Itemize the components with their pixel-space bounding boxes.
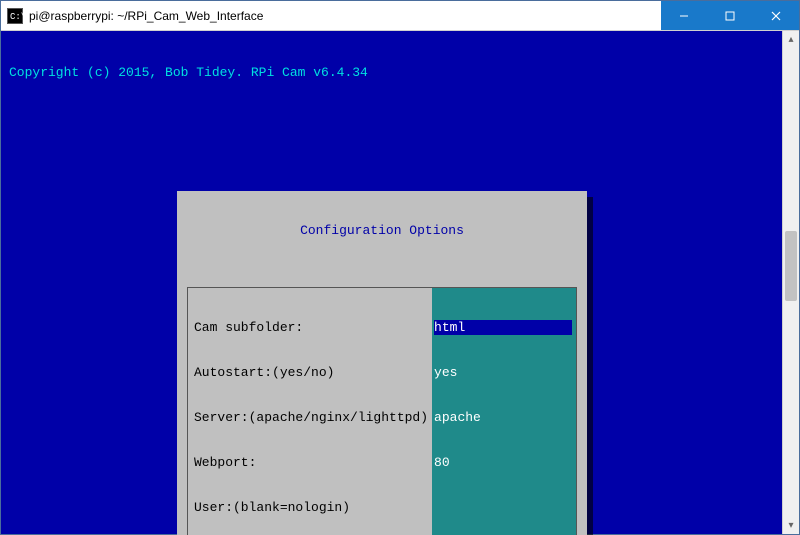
window-controls [661, 1, 799, 30]
input-server[interactable]: apache [434, 410, 572, 425]
scroll-down-icon[interactable]: ▾ [783, 517, 799, 534]
input-webport[interactable]: 80 [434, 455, 572, 470]
input-cam-subfolder[interactable]: html [434, 320, 572, 335]
dialog-body: Cam subfolder: Autostart:(yes/no) Server… [187, 287, 577, 535]
copyright-line: Copyright (c) 2015, Bob Tidey. RPi Cam v… [9, 65, 774, 80]
window-title: pi@raspberrypi: ~/RPi_Cam_Web_Interface [29, 9, 661, 23]
input-autostart[interactable]: yes [434, 365, 572, 380]
titlebar[interactable]: C:\ pi@raspberrypi: ~/RPi_Cam_Web_Interf… [1, 1, 799, 31]
label-autostart: Autostart:(yes/no) [194, 365, 428, 380]
minimize-icon [679, 11, 689, 21]
ssh-window: C:\ pi@raspberrypi: ~/RPi_Cam_Web_Interf… [0, 0, 800, 535]
close-icon [771, 11, 781, 21]
terminal[interactable]: Copyright (c) 2015, Bob Tidey. RPi Cam v… [1, 31, 782, 534]
minimize-button[interactable] [661, 1, 707, 30]
terminal-icon: C:\ [7, 8, 23, 24]
close-button[interactable] [753, 1, 799, 30]
field-values: html yes apache 80 no 7 [432, 288, 576, 535]
scrollbar[interactable]: ▴ ▾ [782, 31, 799, 534]
maximize-button[interactable] [707, 1, 753, 30]
input-user[interactable] [434, 500, 572, 515]
dialog-title: Configuration Options [177, 221, 587, 238]
scroll-up-icon[interactable]: ▴ [783, 31, 799, 48]
label-webport: Webport: [194, 455, 428, 470]
label-user: User:(blank=nologin) [194, 500, 428, 515]
label-server: Server:(apache/nginx/lighttpd) [194, 410, 428, 425]
scroll-thumb[interactable] [785, 231, 797, 301]
label-cam-subfolder: Cam subfolder: [194, 320, 428, 335]
terminal-wrap: Copyright (c) 2015, Bob Tidey. RPi Cam v… [1, 31, 799, 534]
field-labels: Cam subfolder: Autostart:(yes/no) Server… [188, 288, 432, 535]
maximize-icon [725, 11, 735, 21]
config-dialog: Configuration Options Cam subfolder: Aut… [177, 191, 587, 535]
